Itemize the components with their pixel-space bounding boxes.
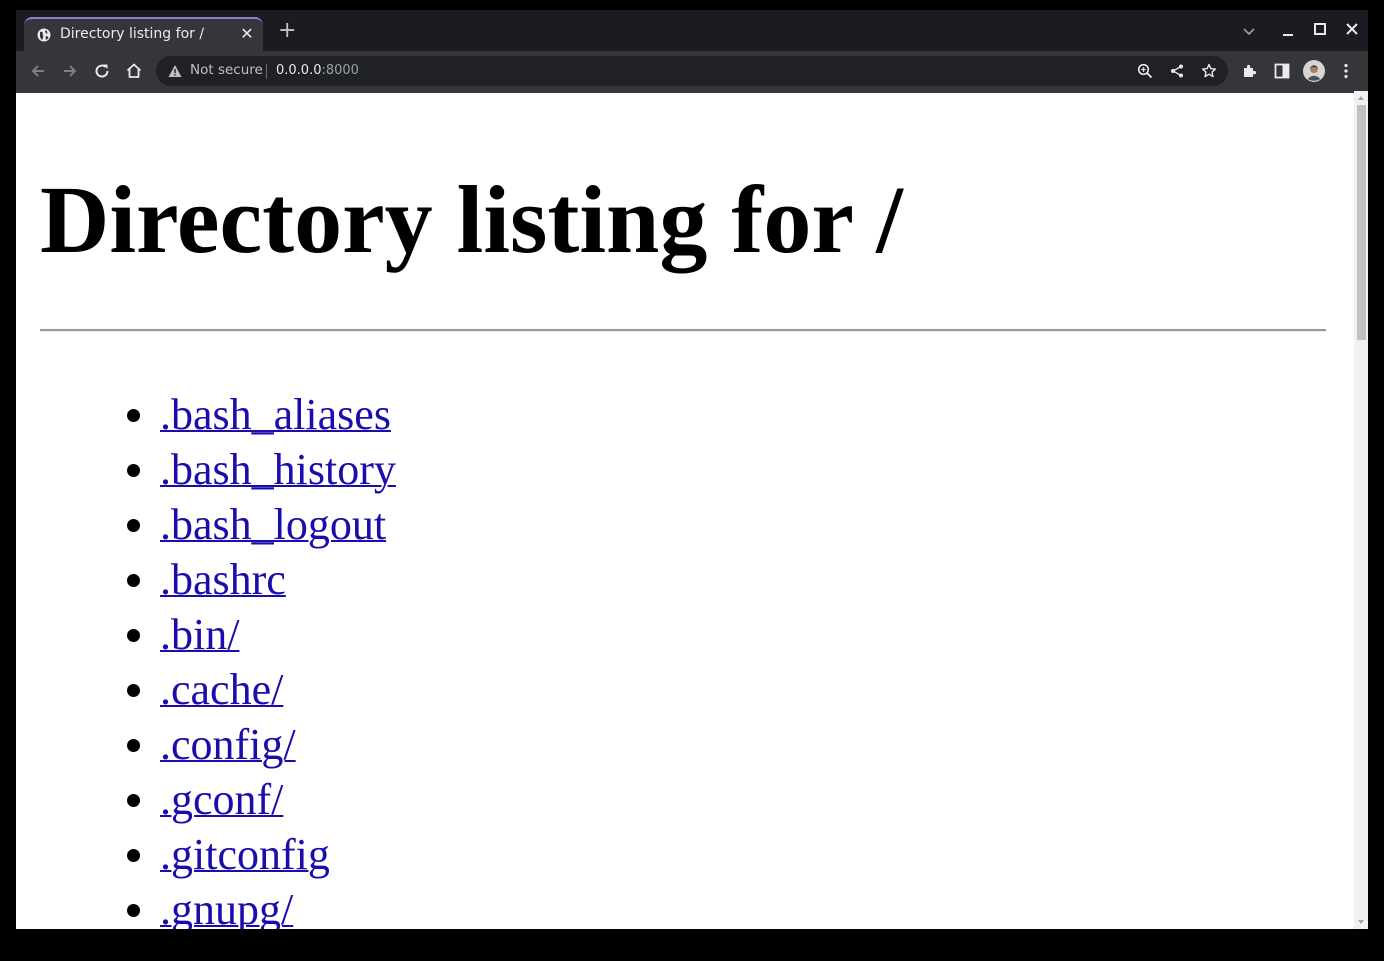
address-separator (266, 64, 267, 79)
directory-entry-link[interactable]: .gconf/ (160, 775, 283, 824)
zoom-icon[interactable] (1137, 63, 1153, 79)
directory-entry-link[interactable]: .gitconfig (160, 830, 330, 879)
url-text[interactable]: 0.0.0.0:8000 (276, 63, 359, 78)
list-item: .bash_aliases (160, 387, 396, 442)
scroll-down-arrow-icon[interactable] (1357, 918, 1365, 926)
minimize-icon[interactable] (1279, 22, 1297, 40)
side-panel-icon[interactable] (1272, 61, 1292, 81)
list-item: .bash_logout (160, 497, 396, 552)
url-port: :8000 (321, 63, 359, 78)
directory-entry-link[interactable]: .bashrc (160, 555, 286, 604)
directory-entry-link[interactable]: .cache/ (160, 665, 283, 714)
list-item: .bashrc (160, 552, 396, 607)
tab-title: Directory listing for / (60, 26, 205, 42)
security-label[interactable]: Not secure (190, 62, 263, 78)
share-icon[interactable] (1169, 63, 1185, 79)
tab-strip: Directory listing for / ✕ + (16, 10, 1368, 51)
warning-icon[interactable] (168, 64, 182, 78)
back-icon[interactable] (28, 61, 48, 81)
directory-entry-link[interactable]: .gnupg/ (160, 885, 293, 929)
list-item: .config/ (160, 717, 396, 772)
list-item: .cache/ (160, 662, 396, 717)
globe-icon (37, 28, 51, 42)
profile-avatar[interactable] (1303, 60, 1325, 82)
extensions-icon[interactable] (1240, 61, 1260, 81)
list-item: .bash_history (160, 442, 396, 497)
tab-search-chevron-icon[interactable] (1240, 22, 1258, 40)
home-icon[interactable] (124, 61, 144, 81)
directory-entry-link[interactable]: .config/ (160, 720, 296, 769)
address-bar[interactable]: Not secure 0.0.0.0:8000 (156, 56, 1228, 86)
bookmark-star-icon[interactable] (1201, 63, 1217, 79)
reload-icon[interactable] (92, 61, 112, 81)
directory-entry-link[interactable]: .bin/ (160, 610, 239, 659)
list-item: .gnupg/ (160, 882, 396, 929)
close-window-icon[interactable] (1343, 20, 1361, 38)
list-item: .gconf/ (160, 772, 396, 827)
menu-icon[interactable] (1336, 61, 1356, 81)
directory-entry-link[interactable]: .bash_logout (160, 500, 386, 549)
directory-list: .bash_aliases .bash_history .bash_logout .b… (40, 387, 396, 929)
new-tab-icon[interactable]: + (278, 20, 296, 42)
directory-entry-link[interactable]: .bash_aliases (160, 390, 391, 439)
scroll-up-arrow-icon[interactable] (1357, 94, 1365, 102)
close-tab-icon[interactable]: ✕ (239, 26, 255, 42)
page-heading: Directory listing for / (40, 166, 903, 273)
directory-entry-link[interactable]: .bash_history (160, 445, 396, 494)
maximize-icon[interactable] (1311, 20, 1329, 38)
scrollbar-thumb[interactable] (1357, 105, 1366, 340)
vertical-scrollbar[interactable] (1354, 91, 1368, 929)
url-host: 0.0.0.0 (276, 63, 322, 78)
list-item: .bin/ (160, 607, 396, 662)
page-viewport: Directory listing for / .bash_aliases.ba… (16, 91, 1368, 929)
horizontal-rule (40, 329, 1326, 332)
forward-icon[interactable] (60, 61, 80, 81)
tab-directory-listing[interactable]: Directory listing for / ✕ (24, 17, 263, 51)
toolbar-divider (16, 91, 1368, 93)
toolbar: Not secure 0.0.0.0:8000 (16, 51, 1368, 91)
browser-window: Directory listing for / ✕ + Not secure 0… (16, 10, 1368, 929)
list-item: .gitconfig (160, 827, 396, 882)
